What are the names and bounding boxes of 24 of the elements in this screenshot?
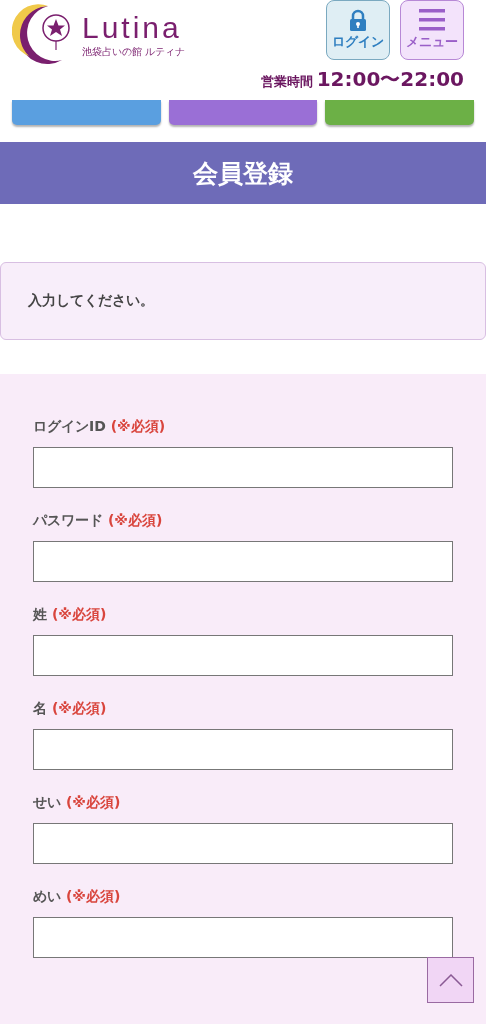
input-field[interactable]	[33, 635, 453, 676]
logo-subtitle: 池袋占いの館 ルティナ	[82, 45, 186, 59]
input-field[interactable]	[33, 447, 453, 488]
notice-text: 入力してください。	[28, 292, 154, 310]
input-field[interactable]	[33, 823, 453, 864]
back-to-top-button[interactable]	[427, 957, 474, 1003]
field-label: せい (※必須)	[33, 794, 121, 812]
logo-name: Lutina	[82, 11, 183, 45]
menu-button[interactable]: メニュー	[400, 0, 464, 60]
up-chevron-icon	[438, 973, 463, 987]
hours-value: 12:00〜22:00	[316, 66, 464, 93]
page-title: 会員登録	[0, 142, 486, 204]
field-label: 名 (※必須)	[33, 700, 107, 718]
login-button[interactable]: ログイン	[326, 0, 390, 60]
padlock-icon	[347, 9, 369, 31]
field-label: ログインID (※必須)	[33, 418, 166, 436]
hours-label: 営業時間	[260, 73, 313, 91]
field-label: めい (※必須)	[33, 888, 121, 906]
input-field[interactable]	[33, 917, 453, 958]
field-label: パスワード (※必須)	[33, 512, 163, 530]
input-field[interactable]	[33, 729, 453, 770]
input-field[interactable]	[33, 541, 453, 582]
field-label: 姓 (※必須)	[33, 606, 107, 624]
menu-icon	[419, 9, 445, 31]
